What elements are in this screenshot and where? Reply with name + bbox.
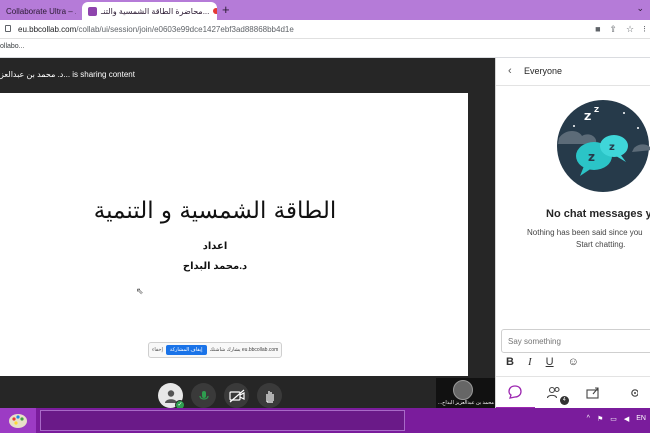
italic-button[interactable]: I [528,356,532,368]
tab-collaborate[interactable]: Collaborate Ultra – ... ✕ [0,2,76,20]
audio-button[interactable] [191,383,216,408]
chat-panel: ‹ Everyone z z Z Z No chat messages yet … [495,58,650,409]
slide-author: د.محمد البداح [182,261,248,272]
screen-share-notice: إخفاء إيقاف المشاركة يشارك شاشتك eu.bbco… [148,342,282,358]
url-domain: eu.bbcollab.com [18,25,77,34]
svg-text:z: z [609,142,615,153]
browser-tab-strip: Collaborate Ultra – ... ✕ محاضرة الطاقة … [0,0,650,20]
raise-hand-button[interactable] [257,383,282,408]
session-stage: د. محمد بن عبدالعز... is sharing content… [0,58,495,410]
chat-message-input[interactable] [501,329,650,353]
camera-icon[interactable]: ■ [595,24,600,35]
start-button[interactable] [0,408,36,433]
empty-chat-prompt: Start chatting. [576,240,626,249]
favicon-icon [88,6,97,16]
bookmark-item[interactable]: ollabo... [0,43,25,50]
url-field[interactable]: eu.bbcollab.com/collab/ui/session/join/e… [18,25,294,34]
chat-header: ‹ Everyone [496,58,650,86]
lock-icon[interactable] [5,25,11,32]
tab-share-content[interactable] [574,377,613,409]
empty-chat-title: No chat messages yet [546,208,650,220]
share-content-icon [586,387,599,399]
slide-title: الطاقة الشمسية و التنمية [93,198,337,224]
participant-name: ...محمد بن عبدالعزيز البداح [438,400,494,406]
star-icon[interactable]: ☆ [626,24,634,35]
panel-tabs: 4 [496,376,650,409]
os-taskbar: ^ ⚑ ▭ ◀ EN [0,408,650,433]
share-icon[interactable]: ⇪ [610,24,618,35]
emoji-button[interactable]: ☺ [568,356,579,368]
participant-count-badge: 4 [559,396,569,405]
camera-off-icon [228,389,245,402]
extensions-icon[interactable]: ⁝ [643,24,646,35]
gear-icon [630,389,638,397]
microphone-icon [198,390,209,400]
taskbar-browser-window[interactable] [40,410,405,431]
tab-label: محاضرة الطاقة الشمسية والتنـ... [101,6,210,16]
tab-chat[interactable] [496,377,535,409]
slide-subtitle: اعداد [202,241,228,252]
hide-share-notice-button[interactable]: إخفاء [152,347,163,353]
tray-chevron-icon[interactable]: ^ [587,415,590,423]
tab-settings[interactable] [612,377,650,409]
sharing-status-label: د. محمد بن عبدالعز... is sharing content [0,70,135,79]
shared-slide: الطاقة الشمسية و التنمية اعداد د.محمد ال… [0,93,468,376]
network-icon[interactable]: ▭ [610,415,617,423]
recording-icon [213,8,217,14]
chat-channel-title: Everyone [524,66,563,76]
flag-icon[interactable]: ⚑ [597,415,603,423]
address-bar: eu.bbcollab.com/collab/ui/session/join/e… [0,20,650,39]
tab-search-chevron-icon[interactable]: ⌄ [636,3,644,14]
my-status-button[interactable]: ✓ [158,383,185,410]
volume-icon[interactable]: ◀ [624,415,629,423]
tab-lecture[interactable]: محاضرة الطاقة الشمسية والتنـ... ✕ [82,2,217,20]
underline-button[interactable]: U [546,356,554,368]
chat-bubble-icon [508,385,523,399]
svg-text:z: z [588,150,595,164]
session-controls: ✓ [158,383,282,410]
svg-text:Z: Z [594,106,599,114]
svg-text:Z: Z [584,112,591,123]
chat-format-toolbar: B I U ☺ [506,356,579,368]
participant-avatar [453,380,473,400]
back-chevron-icon[interactable]: ‹ [508,65,512,77]
system-tray: ^ ⚑ ▭ ◀ EN [587,415,646,423]
video-button[interactable] [224,383,249,408]
paint-app-icon [9,414,27,428]
share-notice-text: يشارك شاشتك eu.bbcollab.com [209,347,279,353]
bookmarks-bar: ollabo... [0,39,650,58]
language-indicator[interactable]: EN [636,415,646,423]
tab-participants[interactable]: 4 [535,377,574,409]
tab-label: Collaborate Ultra – ... [6,6,76,16]
url-path: /collab/ui/session/join/e0603e99dce1427e… [76,25,294,34]
mouse-cursor-icon: ⇖ [136,286,144,296]
hand-icon [265,390,274,403]
new-tab-button[interactable]: + [222,2,230,17]
sleeping-chat-illustration-icon: z z Z Z [557,100,650,192]
address-bar-actions: ■ ⇪ ☆ ⁝ [595,24,646,35]
bold-button[interactable]: B [506,356,514,368]
stop-sharing-button[interactable]: إيقاف المشاركة [165,345,207,355]
empty-chat-message: Nothing has been said since you [527,228,643,237]
participant-tile[interactable]: ...محمد بن عبدالعزيز البداح [436,378,495,408]
